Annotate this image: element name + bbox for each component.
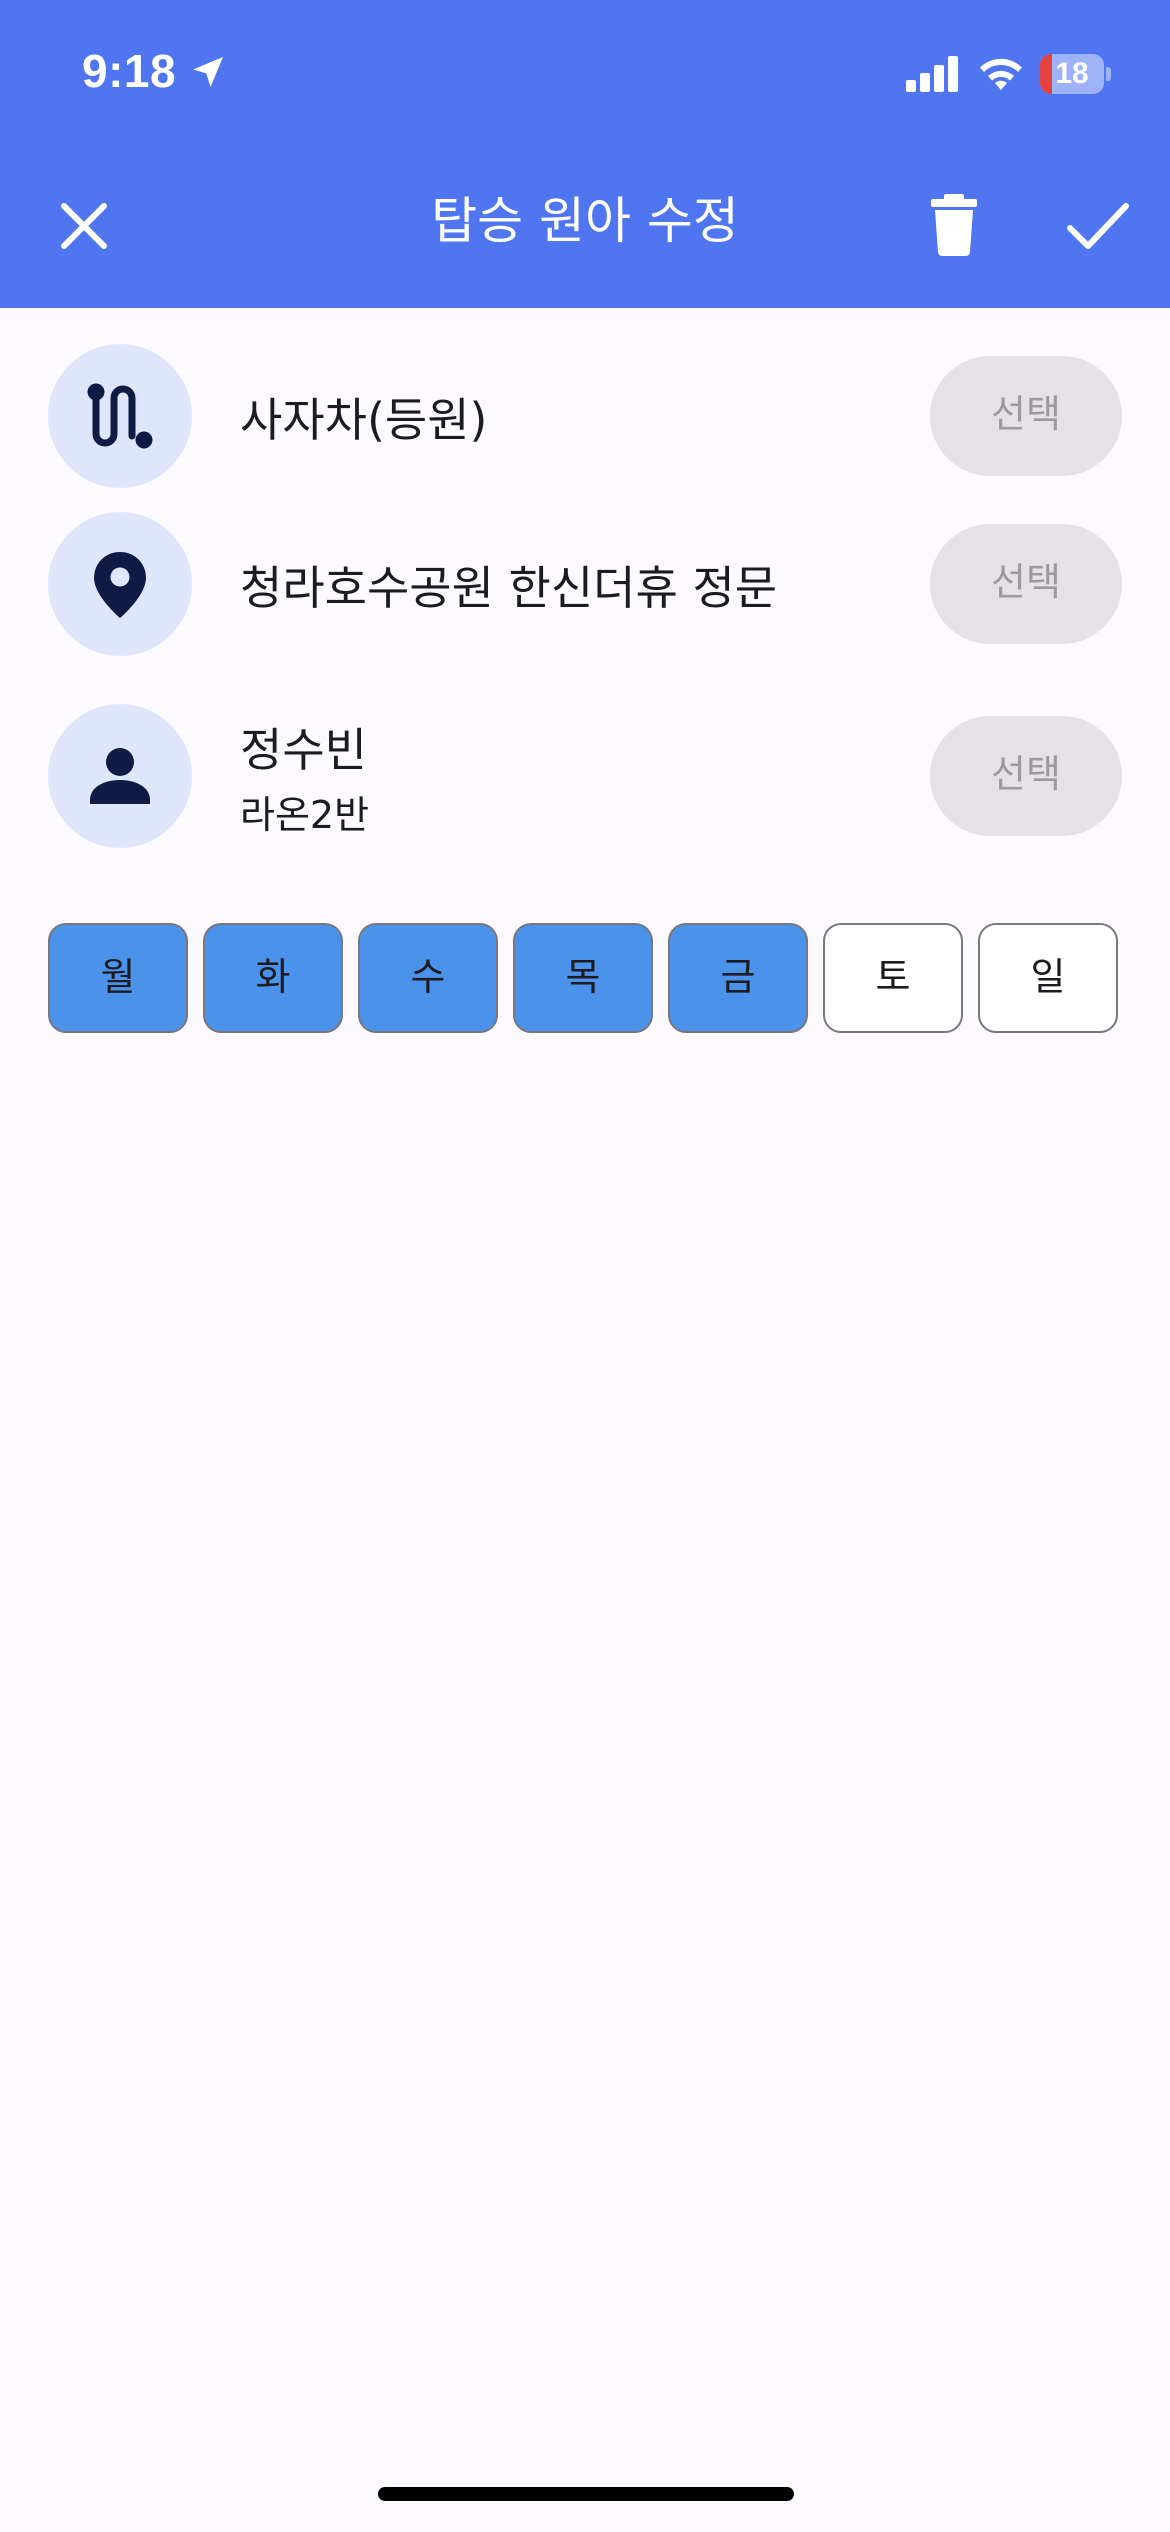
close-icon[interactable]	[48, 190, 120, 262]
child-name: 정수빈	[240, 723, 367, 777]
location-icon-circle	[48, 512, 192, 656]
day-toggle[interactable]: 목	[513, 923, 653, 1033]
select-route-button[interactable]: 선택	[930, 356, 1122, 476]
page-title: 탑승 원아 수정	[431, 192, 739, 250]
day-toggle[interactable]: 수	[358, 923, 498, 1033]
route-icon-circle	[48, 344, 192, 488]
route-value: 사자차(등원)	[240, 393, 488, 447]
select-location-button[interactable]: 선택	[930, 524, 1122, 644]
child-icon-circle	[48, 704, 192, 848]
location-row: 청라호수공원 한신더휴 정문 선택	[0, 512, 1170, 656]
app-bar: 9:18 18 탑승 원아 수정	[0, 0, 1170, 308]
route-icon	[87, 383, 153, 449]
day-toggle[interactable]: 화	[203, 923, 343, 1033]
status-time: 9:18	[82, 45, 177, 97]
person-icon	[90, 748, 150, 804]
day-toggle[interactable]: 월	[48, 923, 188, 1033]
day-toggle[interactable]: 일	[978, 923, 1118, 1033]
select-child-button[interactable]: 선택	[930, 716, 1122, 836]
weekday-selector: 월화수목금토일	[48, 923, 1122, 1037]
battery-icon: 18	[1040, 54, 1111, 94]
check-icon[interactable]	[1062, 190, 1134, 262]
location-pin-icon	[94, 552, 146, 618]
child-class: 라온2반	[240, 793, 370, 837]
trash-icon[interactable]	[918, 188, 990, 260]
route-row: 사자차(등원) 선택	[0, 344, 1170, 488]
home-indicator	[378, 2487, 794, 2501]
child-row: 정수빈 라온2반 선택	[0, 704, 1170, 848]
day-toggle[interactable]: 금	[668, 923, 808, 1033]
battery-percentage: 18	[1055, 57, 1089, 90]
day-toggle[interactable]: 토	[823, 923, 963, 1033]
wifi-icon	[980, 58, 1022, 90]
cellular-signal-icon	[906, 56, 958, 92]
location-value: 청라호수공원 한신더휴 정문	[240, 561, 778, 615]
location-arrow-icon	[193, 57, 223, 87]
